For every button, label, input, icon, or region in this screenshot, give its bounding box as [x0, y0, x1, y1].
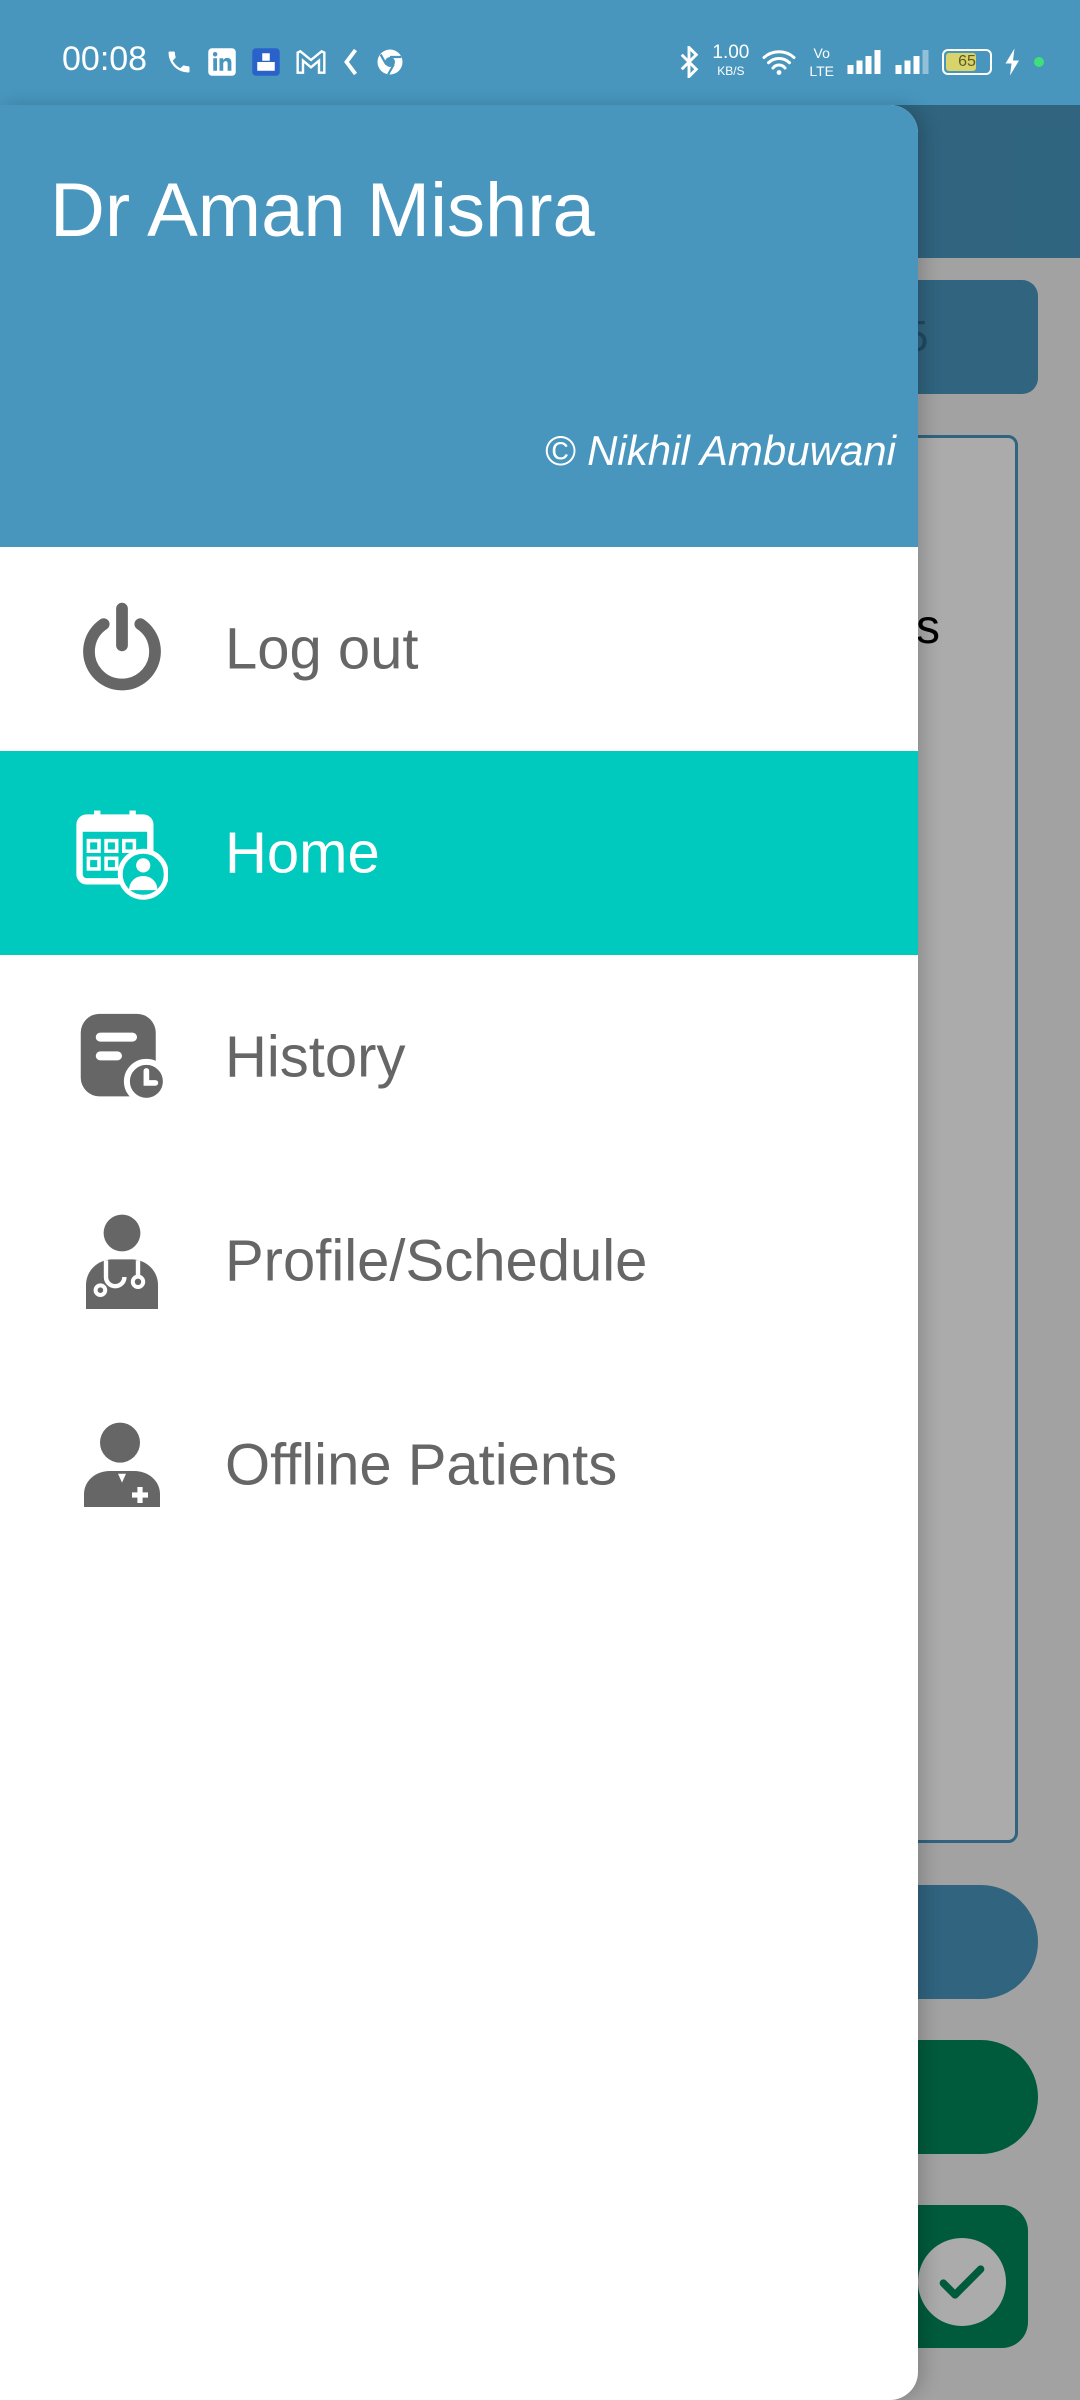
linkedin-icon: [207, 47, 237, 77]
chrome-icon: [375, 47, 405, 77]
bluetooth-icon: [678, 46, 700, 78]
battery-indicator: 65: [942, 49, 992, 75]
history-icon: [76, 1007, 168, 1107]
menu-item-label: Offline Patients: [225, 1432, 618, 1498]
gmail-icon: [295, 48, 327, 76]
menu-item-label: Home: [225, 820, 380, 886]
signal-icon: [894, 48, 930, 76]
menu-item-label: History: [225, 1024, 406, 1090]
menu-item-history[interactable]: History: [0, 955, 918, 1159]
volte-indicator: Vo LTE: [809, 44, 834, 80]
signal-icon: [846, 48, 882, 76]
navigation-drawer: Dr Aman Mishra © Nikhil Ambuwani Log out: [0, 105, 918, 2400]
power-icon: [76, 599, 168, 699]
menu-item-home[interactable]: Home: [0, 751, 918, 955]
drawer-menu: Log out Home History Profile/Schedule Of…: [0, 547, 918, 1567]
volte-top-text: Vo: [813, 45, 830, 61]
menu-item-profile-schedule[interactable]: Profile/Schedule: [0, 1159, 918, 1363]
system-icons: 1.00 KB/S Vo LTE 65: [678, 40, 1044, 84]
status-bar: 00:08 1.00 KB/S Vo LTE 65: [0, 0, 1080, 105]
credit-text: © Nikhil Ambuwani: [544, 427, 896, 474]
volte-bottom-text: LTE: [809, 63, 834, 79]
network-speed-unit: KB/S: [717, 64, 745, 78]
wifi-icon: [761, 48, 797, 76]
privacy-dot: [1034, 57, 1044, 67]
drawer-header: Dr Aman Mishra © Nikhil Ambuwani: [0, 105, 918, 547]
phone-icon: [165, 48, 193, 76]
menu-item-logout[interactable]: Log out: [0, 547, 918, 751]
kite-icon: [341, 47, 361, 77]
add-patient-icon: [76, 1415, 168, 1515]
notification-icons: [165, 44, 405, 80]
network-speed: 1.00 KB/S: [712, 42, 750, 80]
calendar-doctor-icon: [76, 803, 168, 903]
network-speed-value: 1.00: [712, 42, 750, 63]
charging-icon: [1004, 47, 1022, 77]
menu-item-label: Log out: [225, 616, 419, 682]
app-icon: [251, 47, 281, 77]
menu-item-offline-patients[interactable]: Offline Patients: [0, 1363, 918, 1567]
doctor-icon: [76, 1211, 168, 1311]
status-time: 00:08: [62, 40, 148, 78]
doctor-name: Dr Aman Mishra: [50, 168, 595, 253]
battery-level: 65: [958, 53, 976, 70]
screen: 5 s 00:08: [0, 0, 1080, 2400]
menu-item-label: Profile/Schedule: [225, 1228, 648, 1294]
